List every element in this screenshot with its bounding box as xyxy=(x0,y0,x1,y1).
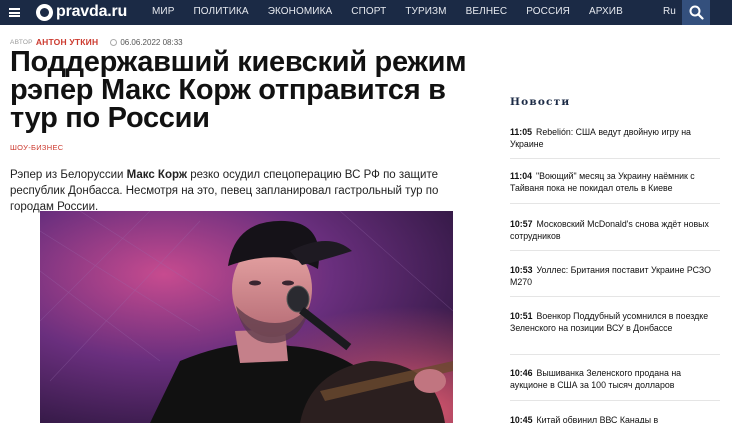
site-logo[interactable]: pravda.ru xyxy=(56,3,127,21)
news-item[interactable]: 11:05 Rebelión: США ведут двойную игру на… xyxy=(510,126,720,150)
article-lead: Рэпер из Белоруссии Макс Корж резко осуд… xyxy=(10,167,470,215)
article-photo xyxy=(40,211,453,423)
top-navigation-bar: pravda.ru МИР ПОЛИТИКА ЭКОНОМИКА СПОРТ Т… xyxy=(0,0,732,25)
news-headline[interactable]: Военкор Поддубный усомнился в поездке Зе… xyxy=(510,311,708,333)
news-time: 10:53 xyxy=(510,265,533,275)
news-time: 11:04 xyxy=(510,171,533,181)
news-divider xyxy=(510,296,720,297)
nav-item-rossiya[interactable]: РОССИЯ xyxy=(526,6,570,17)
article-category[interactable]: ШОУ-БИЗНЕС xyxy=(10,143,63,152)
search-button[interactable] xyxy=(682,0,710,25)
search-icon xyxy=(689,5,704,20)
news-divider xyxy=(510,250,720,251)
news-headline[interactable]: Вышиванка Зеленского продана на аукционе… xyxy=(510,368,681,390)
news-divider xyxy=(510,203,720,204)
main-nav: МИР ПОЛИТИКА ЭКОНОМИКА СПОРТ ТУРИЗМ ВЕЛН… xyxy=(152,6,642,17)
news-item[interactable]: 10:53 Уоллес: Британия поставит Украине Р… xyxy=(510,264,720,288)
topbar-edge xyxy=(710,0,732,25)
news-item[interactable]: 10:57 Московский McDonald's снова ждёт но… xyxy=(510,218,720,242)
news-time: 10:51 xyxy=(510,311,533,321)
news-item[interactable]: 10:46 Вышиванка Зеленского продана на аук… xyxy=(510,367,720,391)
news-item[interactable]: 10:51 Военкор Поддубный усомнился в поезд… xyxy=(510,310,720,334)
language-switch[interactable]: Ru xyxy=(663,6,676,17)
nav-item-mir[interactable]: МИР xyxy=(152,6,175,17)
news-time: 11:05 xyxy=(510,127,533,137)
news-divider xyxy=(510,354,720,355)
news-time: 10:46 xyxy=(510,368,533,378)
singer-photo-illustration xyxy=(40,211,453,423)
news-divider xyxy=(510,400,720,401)
news-sidebar: Новости 11:05 Rebelión: США ведут двойную… xyxy=(510,96,720,423)
news-headline[interactable]: Rebelión: США ведут двойную игру на Укра… xyxy=(510,127,691,149)
pravda-logo-icon[interactable] xyxy=(36,4,53,21)
news-headline[interactable]: "Воющий" месяц за Украину наёмник с Тайв… xyxy=(510,171,695,193)
news-headline[interactable]: Китай обвинил ВВС Канады в xyxy=(537,415,659,423)
nav-item-politika[interactable]: ПОЛИТИКА xyxy=(194,6,249,17)
nav-item-arkhiv[interactable]: АРХИВ xyxy=(589,6,623,17)
lead-text-1: Рэпер из Белоруссии xyxy=(10,169,127,181)
clock-icon xyxy=(110,38,118,46)
sidebar-title: Новости xyxy=(510,96,571,108)
hamburger-menu-icon[interactable] xyxy=(9,8,20,17)
lead-bold-name[interactable]: Макс Корж xyxy=(127,169,187,181)
author-prefix: АВТОР xyxy=(10,38,33,46)
news-headline[interactable]: Уоллес: Британия поставит Украине РСЗО M… xyxy=(510,265,711,287)
nav-item-turizm[interactable]: ТУРИЗМ xyxy=(405,6,446,17)
news-item[interactable]: 11:04 "Воющий" месяц за Украину наёмник с… xyxy=(510,170,720,194)
news-time: 10:45 xyxy=(510,415,533,423)
news-divider xyxy=(510,158,720,159)
article-title: Поддержавший киевский режим рэпер Макс К… xyxy=(10,46,467,134)
nav-item-velnes[interactable]: ВЕЛНЕС xyxy=(466,6,508,17)
news-time: 10:57 xyxy=(510,219,533,229)
nav-item-sport[interactable]: СПОРТ xyxy=(351,6,386,17)
news-item[interactable]: 10:45 Китай обвинил ВВС Канады в xyxy=(510,414,720,423)
news-headline[interactable]: Московский McDonald's снова ждёт новых с… xyxy=(510,219,709,241)
nav-item-ekonomika[interactable]: ЭКОНОМИКА xyxy=(268,6,333,17)
